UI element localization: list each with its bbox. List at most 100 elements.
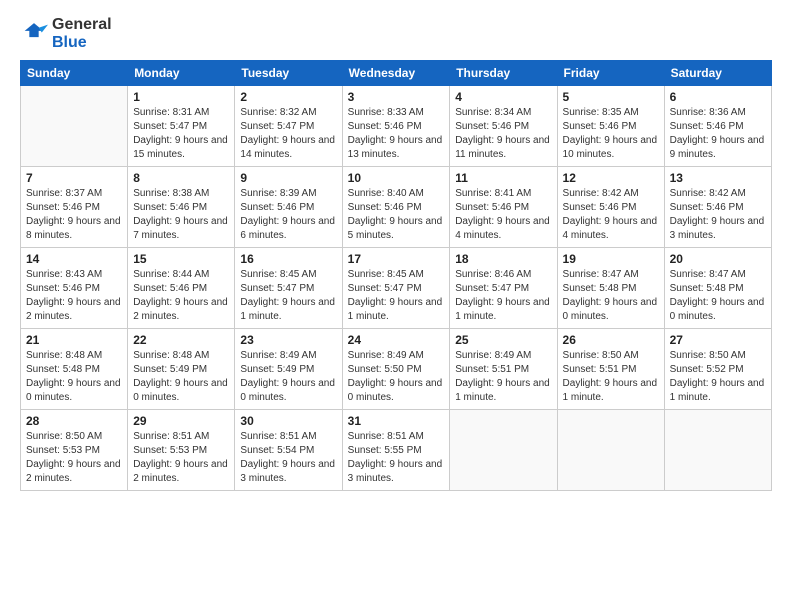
calendar-cell: 17Sunrise: 8:45 AMSunset: 5:47 PMDayligh… (342, 248, 450, 329)
day-number: 28 (26, 414, 122, 428)
col-header-monday: Monday (128, 61, 235, 86)
day-info: Sunrise: 8:36 AMSunset: 5:46 PMDaylight:… (670, 106, 766, 162)
day-number: 13 (670, 171, 766, 185)
day-number: 11 (455, 171, 551, 185)
day-info: Sunrise: 8:31 AMSunset: 5:47 PMDaylight:… (133, 106, 229, 162)
col-header-thursday: Thursday (450, 61, 557, 86)
day-number: 24 (348, 333, 445, 347)
day-number: 20 (670, 252, 766, 266)
day-number: 7 (26, 171, 122, 185)
day-number: 30 (240, 414, 336, 428)
day-number: 25 (455, 333, 551, 347)
day-number: 21 (26, 333, 122, 347)
calendar-week-row: 7 Sunrise: 8:37 AMSunset: 5:46 PMDaylight… (21, 167, 772, 248)
calendar-week-row: 1 Sunrise: 8:31 AMSunset: 5:47 PMDaylight… (21, 86, 772, 167)
calendar-week-row: 28Sunrise: 8:50 AMSunset: 5:53 PMDayligh… (21, 410, 772, 491)
col-header-friday: Friday (557, 61, 664, 86)
day-number: 12 (563, 171, 659, 185)
day-number: 22 (133, 333, 229, 347)
day-number: 29 (133, 414, 229, 428)
day-info: Sunrise: 8:44 AMSunset: 5:46 PMDaylight:… (133, 268, 229, 324)
calendar-cell: 4 Sunrise: 8:34 AMSunset: 5:46 PMDaylight… (450, 86, 557, 167)
calendar-week-row: 21 Sunrise: 8:48 AMSunset: 5:48 PMDayligh… (21, 329, 772, 410)
day-info: Sunrise: 8:32 AMSunset: 5:47 PMDaylight:… (240, 106, 336, 162)
calendar-cell: 1 Sunrise: 8:31 AMSunset: 5:47 PMDaylight… (128, 86, 235, 167)
day-number: 9 (240, 171, 336, 185)
calendar-cell: 20 Sunrise: 8:47 AMSunset: 5:48 PMDayligh… (664, 248, 771, 329)
day-number: 17 (348, 252, 445, 266)
calendar-cell: 27 Sunrise: 8:50 AMSunset: 5:52 PMDayligh… (664, 329, 771, 410)
calendar-cell: 31 Sunrise: 8:51 AMSunset: 5:55 PMDayligh… (342, 410, 450, 491)
calendar-cell: 24 Sunrise: 8:49 AMSunset: 5:50 PMDayligh… (342, 329, 450, 410)
calendar-cell: 13 Sunrise: 8:42 AMSunset: 5:46 PMDayligh… (664, 167, 771, 248)
day-number: 15 (133, 252, 229, 266)
day-info: Sunrise: 8:37 AMSunset: 5:46 PMDaylight:… (26, 187, 122, 243)
calendar-cell: 16 Sunrise: 8:45 AMSunset: 5:47 PMDayligh… (235, 248, 342, 329)
day-info: Sunrise: 8:33 AMSunset: 5:46 PMDaylight:… (348, 106, 445, 162)
col-header-saturday: Saturday (664, 61, 771, 86)
day-number: 5 (563, 90, 659, 104)
day-number: 4 (455, 90, 551, 104)
day-number: 3 (348, 90, 445, 104)
day-number: 27 (670, 333, 766, 347)
logo-icon (20, 20, 48, 48)
calendar-cell: 6 Sunrise: 8:36 AMSunset: 5:46 PMDaylight… (664, 86, 771, 167)
day-number: 1 (133, 90, 229, 104)
calendar-cell: 10Sunrise: 8:40 AMSunset: 5:46 PMDayligh… (342, 167, 450, 248)
day-number: 8 (133, 171, 229, 185)
col-header-tuesday: Tuesday (235, 61, 342, 86)
col-header-sunday: Sunday (21, 61, 128, 86)
page: General Blue SundayMondayTuesdayWednesda… (0, 0, 792, 612)
day-number: 18 (455, 252, 551, 266)
day-info: Sunrise: 8:49 AMSunset: 5:49 PMDaylight:… (240, 349, 336, 405)
day-info: Sunrise: 8:35 AMSunset: 5:46 PMDaylight:… (563, 106, 659, 162)
day-info: Sunrise: 8:51 AMSunset: 5:54 PMDaylight:… (240, 430, 336, 486)
day-info: Sunrise: 8:42 AMSunset: 5:46 PMDaylight:… (670, 187, 766, 243)
calendar-cell (664, 410, 771, 491)
calendar-cell: 23Sunrise: 8:49 AMSunset: 5:49 PMDayligh… (235, 329, 342, 410)
day-info: Sunrise: 8:48 AMSunset: 5:48 PMDaylight:… (26, 349, 122, 405)
day-info: Sunrise: 8:45 AMSunset: 5:47 PMDaylight:… (240, 268, 336, 324)
day-info: Sunrise: 8:51 AMSunset: 5:53 PMDaylight:… (133, 430, 229, 486)
calendar-cell: 7 Sunrise: 8:37 AMSunset: 5:46 PMDaylight… (21, 167, 128, 248)
day-info: Sunrise: 8:49 AMSunset: 5:50 PMDaylight:… (348, 349, 445, 405)
day-number: 31 (348, 414, 445, 428)
calendar-cell: 9 Sunrise: 8:39 AMSunset: 5:46 PMDaylight… (235, 167, 342, 248)
calendar-cell: 22 Sunrise: 8:48 AMSunset: 5:49 PMDayligh… (128, 329, 235, 410)
day-info: Sunrise: 8:43 AMSunset: 5:46 PMDaylight:… (26, 268, 122, 324)
day-info: Sunrise: 8:47 AMSunset: 5:48 PMDaylight:… (563, 268, 659, 324)
calendar-cell: 8 Sunrise: 8:38 AMSunset: 5:46 PMDaylight… (128, 167, 235, 248)
day-info: Sunrise: 8:42 AMSunset: 5:46 PMDaylight:… (563, 187, 659, 243)
logo: General Blue (20, 16, 112, 52)
day-info: Sunrise: 8:46 AMSunset: 5:47 PMDaylight:… (455, 268, 551, 324)
day-number: 6 (670, 90, 766, 104)
day-info: Sunrise: 8:34 AMSunset: 5:46 PMDaylight:… (455, 106, 551, 162)
day-info: Sunrise: 8:50 AMSunset: 5:52 PMDaylight:… (670, 349, 766, 405)
day-number: 16 (240, 252, 336, 266)
day-info: Sunrise: 8:39 AMSunset: 5:46 PMDaylight:… (240, 187, 336, 243)
calendar-header-row: SundayMondayTuesdayWednesdayThursdayFrid… (21, 61, 772, 86)
calendar-cell: 5 Sunrise: 8:35 AMSunset: 5:46 PMDaylight… (557, 86, 664, 167)
calendar-cell: 15 Sunrise: 8:44 AMSunset: 5:46 PMDayligh… (128, 248, 235, 329)
day-info: Sunrise: 8:51 AMSunset: 5:55 PMDaylight:… (348, 430, 445, 486)
calendar-cell: 29 Sunrise: 8:51 AMSunset: 5:53 PMDayligh… (128, 410, 235, 491)
calendar-cell: 14Sunrise: 8:43 AMSunset: 5:46 PMDayligh… (21, 248, 128, 329)
header: General Blue (20, 16, 772, 52)
calendar-cell: 28Sunrise: 8:50 AMSunset: 5:53 PMDayligh… (21, 410, 128, 491)
calendar-cell (450, 410, 557, 491)
calendar-cell: 25Sunrise: 8:49 AMSunset: 5:51 PMDayligh… (450, 329, 557, 410)
day-info: Sunrise: 8:38 AMSunset: 5:46 PMDaylight:… (133, 187, 229, 243)
day-info: Sunrise: 8:50 AMSunset: 5:51 PMDaylight:… (563, 349, 659, 405)
col-header-wednesday: Wednesday (342, 61, 450, 86)
calendar-cell: 11 Sunrise: 8:41 AMSunset: 5:46 PMDayligh… (450, 167, 557, 248)
calendar-cell: 30 Sunrise: 8:51 AMSunset: 5:54 PMDayligh… (235, 410, 342, 491)
calendar-cell: 21 Sunrise: 8:48 AMSunset: 5:48 PMDayligh… (21, 329, 128, 410)
calendar-cell (21, 86, 128, 167)
day-info: Sunrise: 8:48 AMSunset: 5:49 PMDaylight:… (133, 349, 229, 405)
day-number: 19 (563, 252, 659, 266)
calendar-cell: 3 Sunrise: 8:33 AMSunset: 5:46 PMDaylight… (342, 86, 450, 167)
calendar-cell: 19 Sunrise: 8:47 AMSunset: 5:48 PMDayligh… (557, 248, 664, 329)
day-info: Sunrise: 8:41 AMSunset: 5:46 PMDaylight:… (455, 187, 551, 243)
logo-text: General Blue (52, 16, 112, 52)
day-info: Sunrise: 8:47 AMSunset: 5:48 PMDaylight:… (670, 268, 766, 324)
